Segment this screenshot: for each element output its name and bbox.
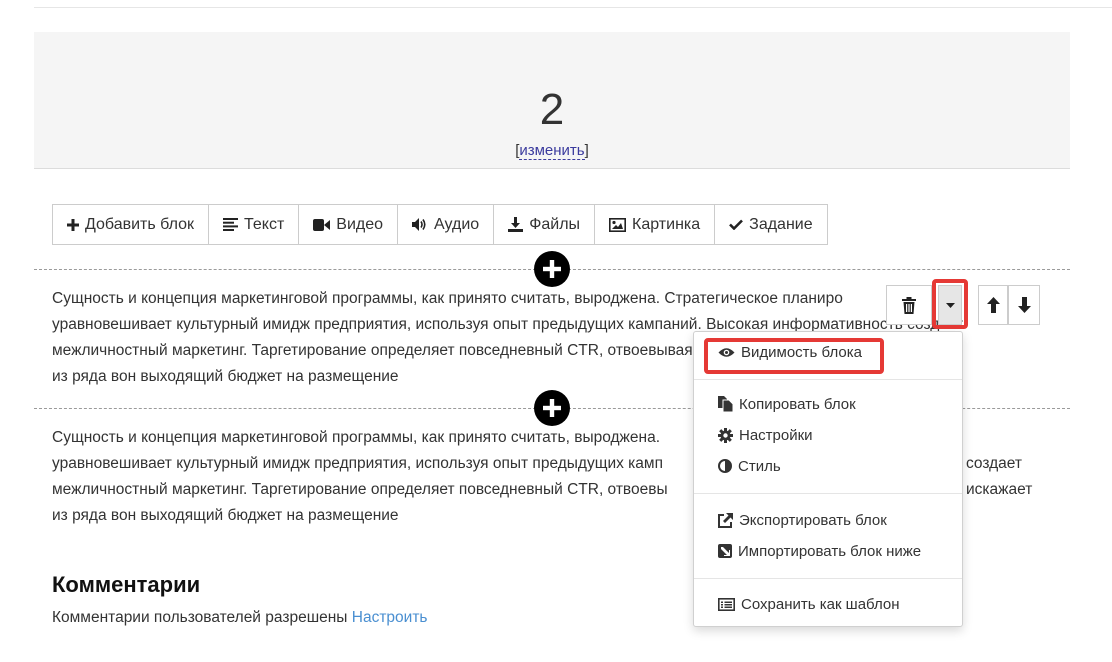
menu-item-save-template[interactable]: Сохранить как шаблон <box>718 592 900 616</box>
external-link-icon <box>718 512 733 528</box>
image-label: Картинка <box>632 215 701 233</box>
files-button[interactable]: Файлы <box>494 205 596 244</box>
menu-item-copy[interactable]: Копировать блок <box>718 392 856 416</box>
add-block-label: Добавить блок <box>85 215 195 233</box>
edit-link[interactable]: изменить <box>519 142 585 160</box>
speaker-icon <box>412 218 426 231</box>
delete-block-button[interactable] <box>886 285 932 325</box>
import-icon <box>718 544 732 558</box>
menu-separator <box>694 578 962 579</box>
edit-bracket-close: ] <box>584 142 589 159</box>
menu-separator <box>694 379 962 380</box>
text-fragment: создает <box>966 455 1023 472</box>
header-block: 2 [изменить] <box>34 32 1070 169</box>
plus-icon <box>67 218 79 231</box>
comments-heading: Комментарии <box>52 572 201 597</box>
arrow-up-icon <box>986 297 1000 313</box>
move-down-button[interactable] <box>1008 285 1040 325</box>
audio-label: Аудио <box>434 215 480 233</box>
text-label: Текст <box>244 215 285 233</box>
top-divider <box>34 7 1112 8</box>
menu-item-visibility[interactable]: Видимость блока <box>718 340 862 364</box>
text-align-icon <box>223 218 239 231</box>
contrast-icon <box>718 459 732 473</box>
audio-button[interactable]: Аудио <box>398 205 495 244</box>
comments-status: Комментарии пользователей разрешены Наст… <box>52 609 428 627</box>
add-block-button[interactable]: Добавить блок <box>53 205 210 244</box>
menu-item-settings[interactable]: Настройки <box>718 423 813 447</box>
video-label: Видео <box>336 215 384 233</box>
download-icon <box>508 217 524 232</box>
text-fragment: искажает <box>966 481 1033 498</box>
menu-item-label: Настройки <box>739 426 813 444</box>
eye-icon <box>718 347 735 357</box>
video-button[interactable]: Видео <box>299 205 399 244</box>
text-button[interactable]: Текст <box>209 205 300 244</box>
task-button[interactable]: Задание <box>715 205 826 244</box>
menu-item-label: Копировать блок <box>739 395 856 413</box>
edit-number: [изменить] <box>34 142 1070 160</box>
menu-separator <box>694 493 962 494</box>
block-dropdown-menu: Видимость блока Копировать блок Настройк… <box>693 331 963 627</box>
comments-status-text: Комментарии пользователей разрешены <box>52 609 348 626</box>
menu-item-label: Видимость блока <box>741 343 862 361</box>
template-icon <box>718 597 735 611</box>
image-button[interactable]: Картинка <box>595 205 716 244</box>
caret-down-icon <box>945 302 955 308</box>
video-camera-icon <box>313 218 331 231</box>
trash-icon <box>902 296 916 314</box>
arrow-down-icon <box>1017 297 1031 313</box>
menu-item-import[interactable]: Импортировать блок ниже <box>718 539 921 563</box>
block-menu-toggle[interactable] <box>938 285 962 325</box>
menu-item-label: Импортировать блок ниже <box>738 542 922 560</box>
menu-item-export[interactable]: Экспортировать блок <box>718 508 887 532</box>
add-block-toolbar: Добавить блок Текст Видео Аудио Файлы Ка… <box>52 204 828 245</box>
menu-item-label: Стиль <box>738 457 781 475</box>
task-label: Задание <box>749 215 813 233</box>
image-icon <box>609 217 627 232</box>
plus-icon <box>543 260 561 278</box>
insert-block-button[interactable] <box>534 251 570 287</box>
insert-block-button[interactable] <box>534 390 570 426</box>
menu-item-style[interactable]: Стиль <box>718 454 781 478</box>
copy-icon <box>718 396 733 412</box>
check-icon <box>729 219 744 230</box>
move-up-button[interactable] <box>978 285 1008 325</box>
files-label: Файлы <box>529 215 581 233</box>
gear-icon <box>718 427 733 443</box>
plus-icon <box>543 399 561 417</box>
menu-item-label: Сохранить как шаблон <box>741 595 900 613</box>
configure-comments-link[interactable]: Настроить <box>352 609 428 626</box>
lesson-number: 2 <box>539 85 565 134</box>
menu-item-label: Экспортировать блок <box>739 511 887 529</box>
